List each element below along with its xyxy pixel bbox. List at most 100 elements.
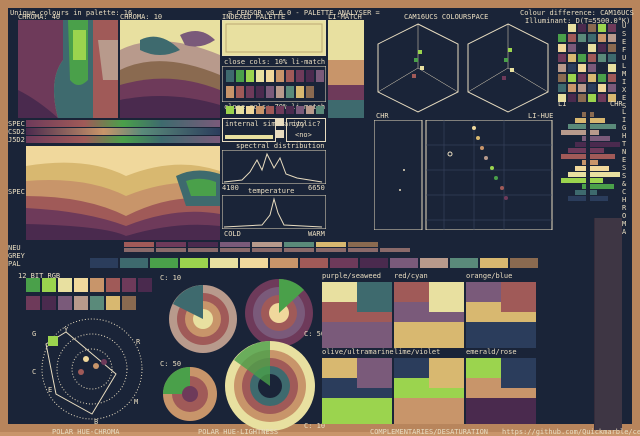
close-col-swatch: [256, 106, 264, 114]
chroma-bar: [590, 196, 608, 201]
palette-swatch: [450, 258, 478, 268]
chroma40-map: [18, 20, 118, 118]
palette-swatch: [510, 258, 538, 268]
mix-swatch: [598, 54, 606, 62]
palette-swatch: [180, 258, 208, 268]
lightness-bar: [561, 178, 586, 183]
mix-swatch: [598, 44, 606, 52]
close-cols-10-swatches: [222, 66, 326, 102]
rgb-block: [74, 296, 88, 310]
palette-swatch: [360, 258, 388, 268]
mix-swatch: [578, 24, 586, 32]
cyclic-checkbox[interactable]: [276, 130, 284, 138]
spec-label: SPEC: [8, 120, 25, 128]
mix-swatch: [568, 64, 576, 72]
mix-swatch: [568, 44, 576, 52]
li-hue-label: LI-HUE: [528, 112, 554, 120]
chr-left-label: CHR: [376, 112, 389, 120]
warm-label: WARM: [308, 230, 325, 238]
grey-swatch: [316, 248, 346, 252]
complementary-band: [466, 322, 536, 348]
mix-swatch: [608, 84, 616, 92]
neutral-swatch: [124, 242, 154, 247]
mix-swatch: [608, 64, 616, 72]
lightness-bar: [582, 160, 586, 165]
useful-mixes-grid: [558, 24, 616, 102]
mix-swatch: [598, 34, 606, 42]
lightness-bar: [582, 184, 586, 189]
polar-wheel-3: [163, 367, 217, 421]
complementary-label: red/cyan: [394, 272, 428, 280]
mix-swatch: [568, 24, 576, 32]
rgb-block: [106, 296, 120, 310]
close-col-swatch: [266, 86, 274, 98]
mark-c: C: [32, 368, 37, 376]
chroma10-map: [120, 20, 220, 118]
palette-swatch: [300, 258, 328, 268]
close-col-swatch: [226, 106, 234, 114]
mix-swatch: [588, 34, 596, 42]
li-label: LI: [558, 100, 567, 108]
similarity-checkbox[interactable]: [276, 118, 284, 126]
mix-swatch: [588, 24, 596, 32]
neutral-swatch: [284, 242, 314, 247]
close-col-swatch: [266, 70, 274, 82]
rgb-block: [26, 278, 40, 292]
polar-hue-chroma-label: POLAR HUE-CHROMA: [52, 428, 120, 436]
neutral-swatch: [220, 242, 250, 247]
internal-similarity-bar: [225, 135, 273, 139]
close-col-swatch: [236, 70, 244, 82]
mix-swatch: [588, 54, 596, 62]
close-col-swatch: [286, 106, 294, 114]
close-col-swatch: [276, 106, 284, 114]
polar-wheel-4: [225, 341, 315, 431]
rgb-block: [138, 278, 152, 292]
useful-mixes-label: USEFUL MIXES: [622, 22, 627, 110]
lightness-chroma-bars: [561, 112, 620, 207]
rgb-block: [138, 296, 152, 310]
complementary-label: orange/blue: [466, 272, 513, 280]
mix-swatch: [558, 74, 566, 82]
palette-swatch: [420, 258, 448, 268]
mix-swatch: [578, 64, 586, 72]
chroma-bar: [590, 118, 605, 123]
mix-swatch: [558, 84, 566, 92]
mix-swatch: [588, 44, 596, 52]
mix-swatch: [588, 64, 596, 72]
lightness-bar: [582, 136, 586, 141]
lightness-bar: [568, 196, 586, 201]
close-col-swatch: [316, 86, 324, 98]
lightness-bar: [568, 148, 586, 153]
complementary-map: [394, 358, 464, 424]
complementary-map: [466, 282, 536, 348]
complementary-band: [322, 322, 392, 348]
github-link[interactable]: https://github.com/Quickmarble/censor: [502, 428, 640, 436]
chroma-bar: [590, 130, 599, 135]
close-col-swatch: [246, 70, 254, 82]
mix-swatch: [598, 64, 606, 72]
lightness-bar: [575, 166, 586, 171]
chroma-bar: [590, 160, 598, 165]
neu-grey-pal-strips: [60, 242, 538, 268]
complementary-map: [322, 358, 392, 424]
close-col-swatch: [316, 70, 324, 82]
rgb-block: [42, 278, 56, 292]
close-col-swatch: [276, 70, 284, 82]
mix-swatch: [568, 84, 576, 92]
rgb-block: [26, 296, 40, 310]
close-col-swatch: [316, 106, 324, 114]
neutral-swatch: [156, 242, 186, 247]
mix-swatch: [568, 94, 576, 102]
close-cols-10-label: close cols: 10% li-match: [224, 58, 326, 66]
grey-swatch: [156, 248, 186, 252]
chroma-bar: [590, 178, 603, 183]
lightness-bar: [561, 130, 586, 135]
lightness-bar: [561, 154, 586, 159]
mix-swatch: [558, 54, 566, 62]
mix-swatch: [568, 54, 576, 62]
internal-similarity-box: internal similarity: [222, 118, 305, 142]
mark-r: R: [136, 338, 141, 346]
close-col-swatch: [236, 106, 244, 114]
complementary-label: emerald/rose: [466, 348, 517, 356]
neutral-swatch: [380, 242, 410, 247]
